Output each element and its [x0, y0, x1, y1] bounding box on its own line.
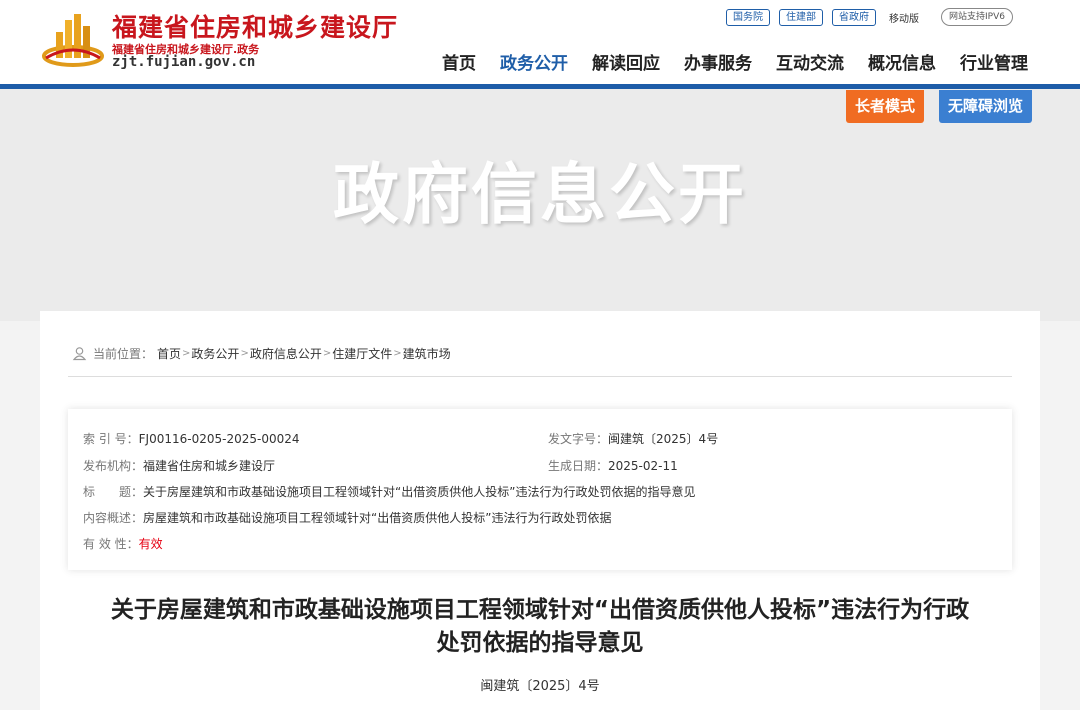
docno-value: 闽建筑〔2025〕4号 [608, 432, 719, 446]
main-nav: 首页 政务公开 解读回应 办事服务 互动交流 概况信息 行业管理 [442, 49, 1028, 74]
elder-mode-button[interactable]: 长者模式 [846, 90, 925, 123]
accessible-browse-button[interactable]: 无障碍浏览 [939, 90, 1033, 123]
breadcrumb-gov-info[interactable]: 政府信息公开 [250, 345, 322, 362]
org-key: 发布机构： [83, 459, 144, 473]
nav-home[interactable]: 首页 [442, 49, 476, 74]
location-user-icon [72, 347, 87, 361]
nav-gov-affairs[interactable]: 政务公开 [500, 49, 568, 74]
meta-row-title: 标 题：关于房屋建筑和市政基础设施项目工程领域针对“出借资质供他人投标”违法行为… [83, 483, 695, 500]
breadcrumb-separator: > [322, 348, 332, 359]
meta-row-summary: 内容概述：房屋建筑和市政基础设施项目工程领域针对“出借资质供他人投标”违法行为行… [83, 509, 611, 526]
mohurd-link[interactable]: 住建部 [779, 8, 823, 26]
validity-value: 有效 [138, 537, 163, 551]
document-title-line2: 处罚依据的指导意见 [436, 630, 644, 656]
site-domain: zjt.fujian.gov.cn [112, 54, 256, 70]
nav-interaction[interactable]: 互动交流 [776, 49, 844, 74]
date-key: 生成日期： [548, 459, 609, 473]
nav-overview[interactable]: 概况信息 [868, 49, 936, 74]
site-header: 福建省住房和城乡建设厅 福建省住房和城乡建设厅.政务 zjt.fujian.go… [0, 0, 1080, 84]
summary-key: 内容概述： [83, 511, 144, 525]
date-value: 2025-02-11 [608, 459, 678, 473]
nav-services[interactable]: 办事服务 [684, 49, 752, 74]
meta-row-docno: 发文字号：闽建筑〔2025〕4号 [548, 430, 718, 447]
ipv6-badge: 网站支持IPV6 [941, 8, 1013, 26]
content-card: 当前位置： 首页 > 政务公开 > 政府信息公开 > 住建厅文件 > 建筑市场 … [40, 311, 1040, 710]
org-value: 福建省住房和城乡建设厅 [143, 459, 276, 473]
banner: 长者模式 无障碍浏览 政府信息公开 [0, 89, 1080, 321]
provincial-gov-link[interactable]: 省政府 [832, 8, 876, 26]
summary-value: 房屋建筑和市政基础设施项目工程领域针对“出借资质供他人投标”违法行为行政处罚依据 [143, 511, 612, 525]
validity-key: 有 效 性： [83, 537, 139, 551]
document-number: 闽建筑〔2025〕4号 [480, 679, 600, 694]
breadcrumb: 当前位置： 首页 > 政务公开 > 政府信息公开 > 住建厅文件 > 建筑市场 [72, 345, 451, 362]
meta-row-validity: 有 效 性：有效 [83, 535, 163, 552]
breadcrumb-construction-market[interactable]: 建筑市场 [403, 345, 451, 362]
title-value: 关于房屋建筑和市政基础设施项目工程领域针对“出借资质供他人投标”违法行为行政处罚… [143, 485, 696, 499]
document-title: 关于房屋建筑和市政基础设施项目工程领域针对“出借资质供他人投标”违法行为行政 处… [40, 594, 1040, 660]
breadcrumb-separator: > [393, 348, 402, 359]
index-value: FJ00116-0205-2025-00024 [138, 432, 300, 446]
breadcrumb-label: 当前位置： [93, 347, 154, 361]
breadcrumb-dept-docs[interactable]: 住建厅文件 [332, 345, 392, 362]
breadcrumb-gov-affairs[interactable]: 政务公开 [191, 345, 239, 362]
meta-row-index: 索 引 号：FJ00116-0205-2025-00024 [83, 430, 300, 447]
breadcrumb-divider [68, 376, 1012, 377]
breadcrumb-separator: > [182, 348, 191, 359]
building-logo-icon[interactable] [42, 12, 104, 68]
top-links: 国务院 住建部 省政府 移动版 网站支持IPV6 [726, 8, 1013, 26]
doc-metadata-box: 索 引 号：FJ00116-0205-2025-00024 发文字号：闽建筑〔2… [68, 409, 1012, 570]
nav-interpretation[interactable]: 解读回应 [592, 49, 660, 74]
site-title[interactable]: 福建省住房和城乡建设厅 [112, 8, 398, 44]
docno-key: 发文字号： [548, 432, 609, 446]
breadcrumb-home[interactable]: 首页 [157, 345, 181, 362]
title-key: 标 题： [83, 485, 144, 499]
state-council-link[interactable]: 国务院 [726, 8, 770, 26]
nav-industry[interactable]: 行业管理 [960, 49, 1028, 74]
banner-title: 政府信息公开 [333, 156, 747, 233]
mobile-version-link[interactable]: 移动版 [889, 10, 919, 25]
breadcrumb-separator: > [240, 348, 249, 359]
index-key: 索 引 号： [83, 432, 139, 446]
document-title-line1: 关于房屋建筑和市政基础设施项目工程领域针对“出借资质供他人投标”违法行为行政 [110, 597, 970, 623]
meta-row-date: 生成日期：2025-02-11 [548, 457, 678, 474]
meta-row-org: 发布机构：福建省住房和城乡建设厅 [83, 457, 275, 474]
